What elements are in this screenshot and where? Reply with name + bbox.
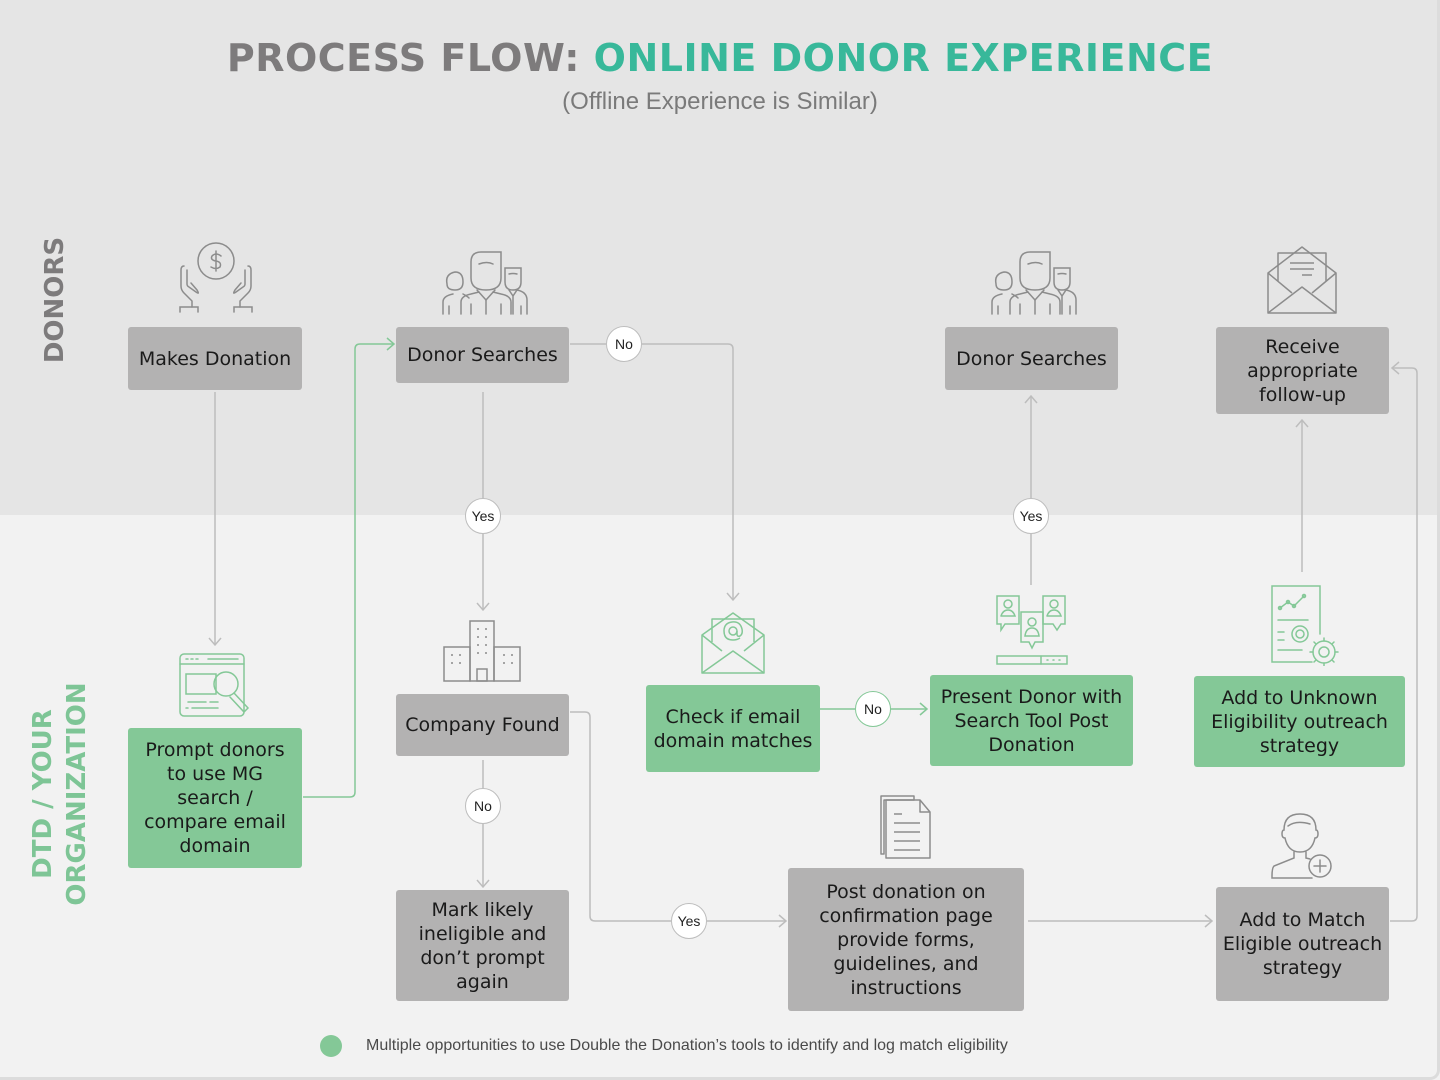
decision-company-yes: Yes xyxy=(671,903,707,939)
connector-match-to-followup xyxy=(1390,367,1418,922)
decision-search2-yes: Yes xyxy=(1013,498,1049,534)
legend-green-dot xyxy=(320,1035,342,1057)
node-donor-searches-2: Donor Searches xyxy=(945,327,1118,390)
node-prompt-donors: Prompt donors to use MG search / compare… xyxy=(128,728,302,868)
node-mark-ineligible: Mark likely ineligible and don’t prompt … xyxy=(396,890,569,1001)
node-add-unknown: Add to Unknown Eligibility outreach stra… xyxy=(1194,676,1405,767)
decision-search1-no: No xyxy=(606,326,642,362)
hands-dollar-icon xyxy=(179,242,253,313)
node-donor-searches-1: Donor Searches xyxy=(396,327,569,383)
node-makes-donation: Makes Donation xyxy=(128,327,302,390)
browser-search-icon xyxy=(179,653,250,717)
node-receive-followup: Receive appropriate follow-up xyxy=(1216,327,1389,414)
decision-email-no: No xyxy=(855,691,891,727)
legend-text: Multiple opportunities to use Double the… xyxy=(366,1037,1008,1054)
node-company-found: Company Found xyxy=(396,694,569,756)
node-post-confirmation: Post donation on confirmation page provi… xyxy=(788,868,1024,1011)
decision-search1-yes: Yes xyxy=(465,498,501,534)
decision-company-no: No xyxy=(465,788,501,824)
office-building-icon xyxy=(443,620,521,682)
open-envelope-icon xyxy=(1267,246,1337,314)
connector-prompt-to-search1 xyxy=(303,343,394,798)
user-add-icon xyxy=(1271,813,1332,879)
node-check-email: Check if email domain matches xyxy=(646,685,820,772)
people-group-icon xyxy=(442,251,528,315)
node-present-donor: Present Donor with Search Tool Post Dona… xyxy=(930,675,1133,766)
profiles-search-icon xyxy=(996,595,1068,665)
people-group-icon xyxy=(991,251,1077,315)
node-add-match: Add to Match Eligible outreach strategy xyxy=(1216,887,1389,1001)
report-gear-icon xyxy=(1271,585,1339,666)
connector-search1-no xyxy=(570,343,734,600)
documents-icon xyxy=(880,795,931,859)
email-at-icon xyxy=(701,612,765,674)
